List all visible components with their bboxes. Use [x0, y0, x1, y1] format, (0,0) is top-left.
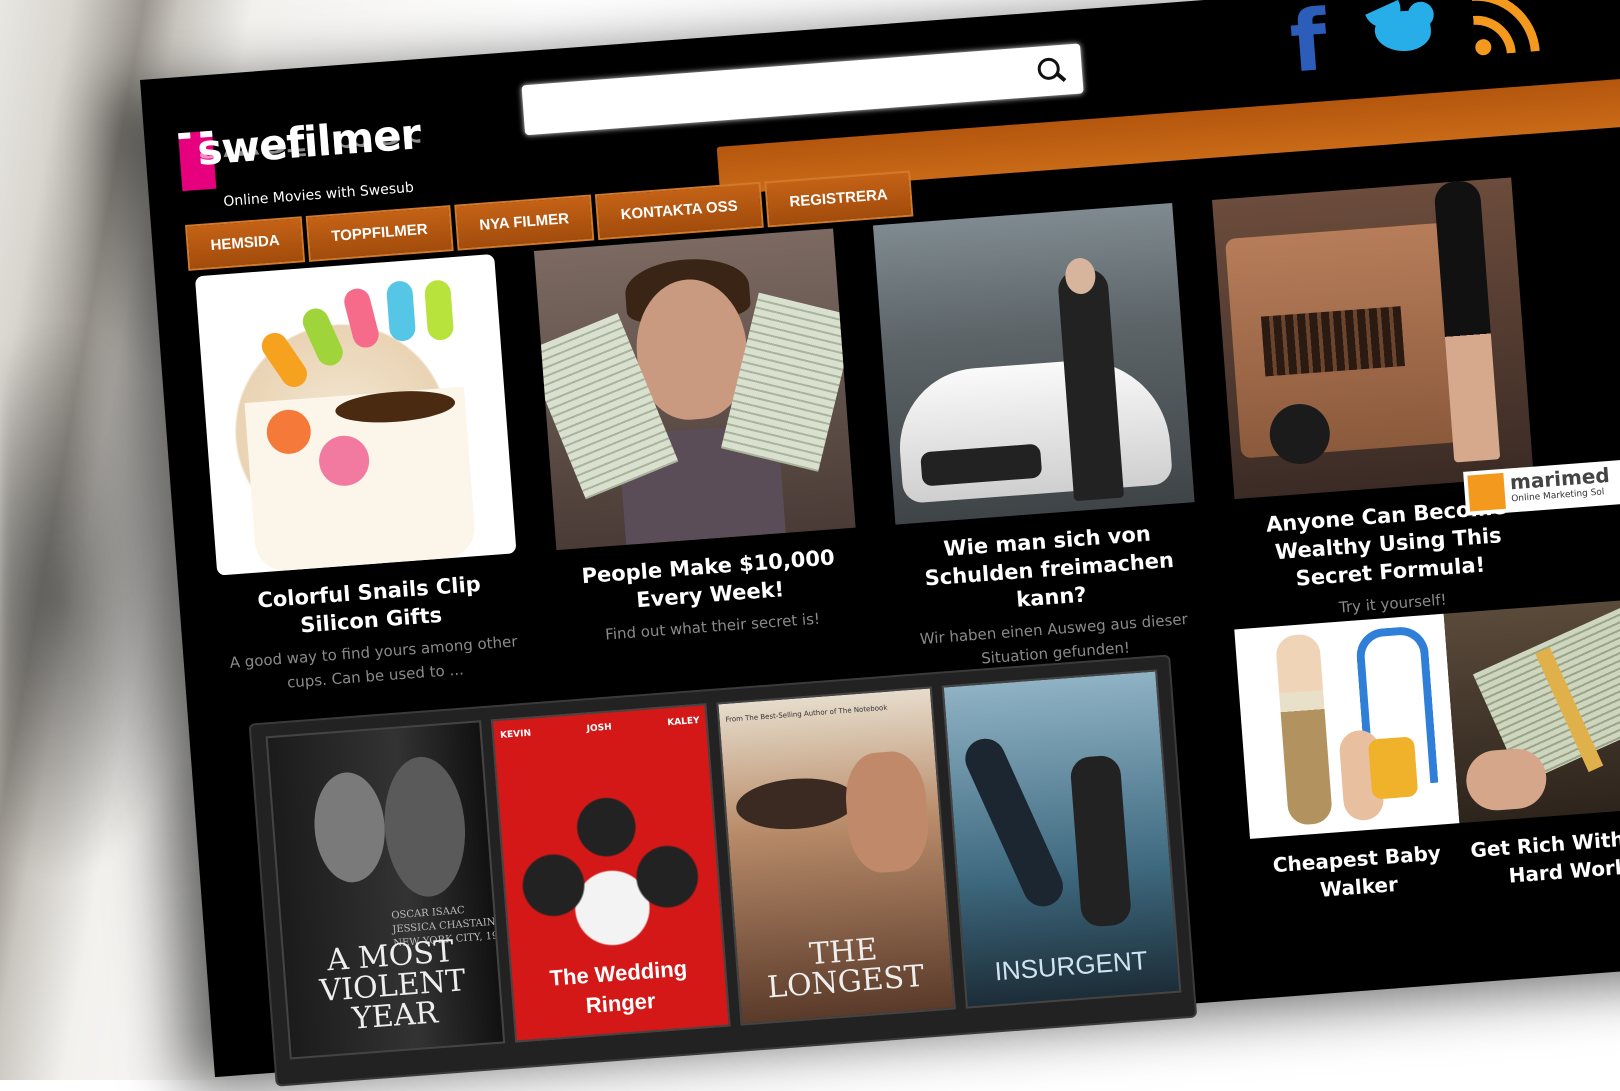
poster-cast: KEVIN	[499, 728, 532, 741]
poster-header: From The Best-Selling Author of The Note…	[725, 703, 888, 724]
facebook-link[interactable]: f	[1286, 0, 1340, 92]
ad-title[interactable]: Wie man sich von Schulden freimachen kan…	[897, 516, 1202, 622]
nav-top-movies[interactable]: TOPPFILMER	[305, 205, 454, 262]
twitter-link[interactable]	[1362, 0, 1447, 68]
ad-title[interactable]: Cheapest Baby Walker	[1251, 837, 1465, 909]
rss-link[interactable]	[1467, 0, 1542, 60]
nav-register[interactable]: REGISTRERA	[763, 170, 914, 228]
search-input[interactable]	[521, 48, 1022, 138]
monitor-screen: swefilmer swefilmer Online Movies with S…	[140, 0, 1620, 1087]
nav-new-movies[interactable]: NYA FILMER	[453, 194, 595, 251]
movie-carousel: OSCAR ISAAC JESSICA CHASTAIN NEW YORK CI…	[248, 654, 1198, 1087]
nav-home[interactable]: HEMSIDA	[185, 216, 306, 271]
ad-card[interactable]: Colorful Snails Clip Silicon Gifts A goo…	[194, 253, 526, 699]
ad-card[interactable]: People Make $10,000 Every Week! Find out…	[533, 228, 863, 649]
ad-card[interactable]: Anyone Can Become Wealthy Using This Sec…	[1212, 177, 1543, 626]
ad-title[interactable]: Get Rich Without Hard Work	[1460, 821, 1620, 893]
ad-card[interactable]: Wie man sich von Schulden freimachen kan…	[872, 202, 1206, 676]
movie-poster[interactable]: KEVIN JOSH KALEY The Wedding Ringer	[490, 703, 731, 1043]
poster-title: A MOST VIOLENT YEAR	[318, 933, 467, 1037]
ad-image-money-man[interactable]	[533, 228, 856, 551]
ad-image-cash-stack[interactable]	[1443, 598, 1620, 824]
movie-poster[interactable]: From The Best-Selling Author of The Note…	[716, 686, 956, 1026]
nav-contact[interactable]: KONTAKTA OSS	[595, 181, 764, 241]
ad-image-snail-clips[interactable]	[194, 253, 517, 576]
poster-cast: JOSH	[586, 722, 613, 735]
poster-title: The Wedding Ringer	[548, 955, 688, 1019]
logo-tagline: Online Movies with Swesub	[222, 179, 415, 211]
ad-image-white-car[interactable]	[872, 202, 1195, 525]
poster-title: INSURGENT	[993, 944, 1149, 987]
movie-poster[interactable]: OSCAR ISAAC JESSICA CHASTAIN NEW YORK CI…	[265, 720, 506, 1060]
ad-image-gold-truck[interactable]	[1212, 177, 1534, 500]
ad-image-baby-walker[interactable]	[1234, 613, 1460, 839]
ad-card[interactable]: Get Rich Without Hard Work	[1443, 598, 1620, 893]
movie-poster[interactable]: INSURGENT	[941, 669, 1182, 1009]
search-box	[521, 43, 1084, 138]
sponsor-logo-icon	[1467, 472, 1506, 512]
site-logo[interactable]: swefilmer swefilmer Online Movies with S…	[178, 108, 444, 222]
facebook-icon: f	[1286, 0, 1331, 92]
search-icon[interactable]	[1036, 57, 1061, 81]
website: swefilmer swefilmer Online Movies with S…	[140, 0, 1620, 1087]
poster-title: THE LONGEST	[765, 932, 926, 1006]
poster-cast: KALEY	[666, 715, 700, 729]
ad-card[interactable]: Cheapest Baby Walker	[1234, 613, 1465, 909]
